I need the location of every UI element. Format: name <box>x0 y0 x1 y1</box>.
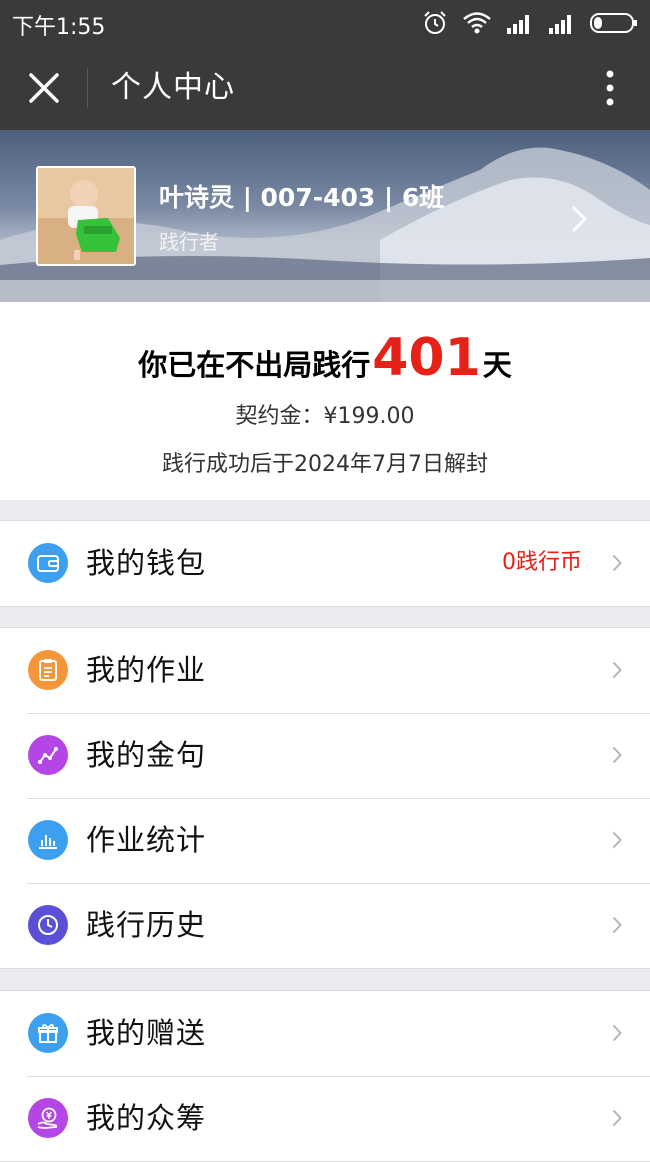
homework-group: 我的作业 我的金句 作业统计 践行历史 <box>0 627 650 969</box>
close-icon <box>29 73 59 103</box>
wifi-icon <box>462 11 492 35</box>
chevron-right-icon <box>570 204 588 238</box>
stats-card: 你已在不出局践行 401 天 契约金：¥199.00 践行成功后于2024年7月… <box>0 302 650 500</box>
chevron-right-icon <box>612 1024 622 1046</box>
gift-icon <box>28 1013 68 1053</box>
streak-prefix: 你已在不出局践行 <box>138 348 371 382</box>
profile-role: 践行者 <box>159 230 219 254</box>
chevron-right-icon <box>612 1109 622 1131</box>
title-divider <box>87 68 88 108</box>
unlock-date: 践行成功后于2024年7月7日解封 <box>162 452 488 477</box>
menu-label-quotes: 我的金句 <box>86 738 207 772</box>
streak-line: 你已在不出局践行 401 天 <box>0 332 650 392</box>
battery-icon <box>590 12 638 34</box>
menu-label-stats: 作业统计 <box>86 823 207 857</box>
clock-icon <box>28 905 68 945</box>
close-button[interactable] <box>22 68 66 108</box>
bar-chart-icon <box>28 820 68 860</box>
profile-name: 叶诗灵 | 007-403 | 6班 <box>159 183 445 212</box>
yuan-hand-icon <box>28 1098 68 1138</box>
menu-item-wallet[interactable]: 我的钱包 0践行币 <box>0 521 650 606</box>
wallet-balance: 0践行币 <box>502 550 582 575</box>
menu-label-wallet: 我的钱包 <box>86 546 207 580</box>
menu-item-gifts[interactable]: 我的赠送 <box>0 991 650 1076</box>
deposit-amount: 契约金：¥199.00 <box>235 404 415 429</box>
chevron-right-icon <box>612 831 622 853</box>
gift-group: 我的赠送 我的众筹 <box>0 990 650 1162</box>
chevron-right-icon <box>612 746 622 768</box>
signal-icon <box>506 12 534 34</box>
profile-banner[interactable]: 叶诗灵 | 007-403 | 6班 践行者 <box>0 130 650 302</box>
streak-suffix: 天 <box>482 348 512 382</box>
status-icons <box>422 8 638 38</box>
status-bar: 下午1:55 <box>0 0 650 46</box>
chevron-right-icon <box>612 554 622 576</box>
menu-label-crowdfunding: 我的众筹 <box>86 1101 207 1135</box>
menu-label-homework: 我的作业 <box>86 653 207 687</box>
status-time: 下午1:55 <box>12 15 106 40</box>
more-vertical-icon <box>606 70 614 106</box>
menu-item-crowdfunding[interactable]: 我的众筹 <box>0 1076 650 1161</box>
alarm-icon <box>422 10 448 36</box>
chevron-right-icon <box>612 916 622 938</box>
chevron-right-icon <box>612 661 622 683</box>
more-button[interactable] <box>600 66 620 110</box>
signal-icon <box>548 12 576 34</box>
menu-label-gifts: 我的赠送 <box>86 1016 207 1050</box>
wallet-group: 我的钱包 0践行币 <box>0 520 650 607</box>
wallet-icon <box>28 543 68 583</box>
avatar[interactable] <box>36 166 136 266</box>
clipboard-icon <box>28 650 68 690</box>
menu-item-stats[interactable]: 作业统计 <box>0 798 650 883</box>
title-bar: 个人中心 <box>0 46 650 130</box>
menu-item-quotes[interactable]: 我的金句 <box>0 713 650 798</box>
menu-label-history: 践行历史 <box>86 908 207 942</box>
streak-days: 401 <box>372 328 481 388</box>
menu-item-homework[interactable]: 我的作业 <box>0 628 650 713</box>
trend-icon <box>28 735 68 775</box>
page-title: 个人中心 <box>111 70 235 105</box>
menu-item-history[interactable]: 践行历史 <box>0 883 650 968</box>
